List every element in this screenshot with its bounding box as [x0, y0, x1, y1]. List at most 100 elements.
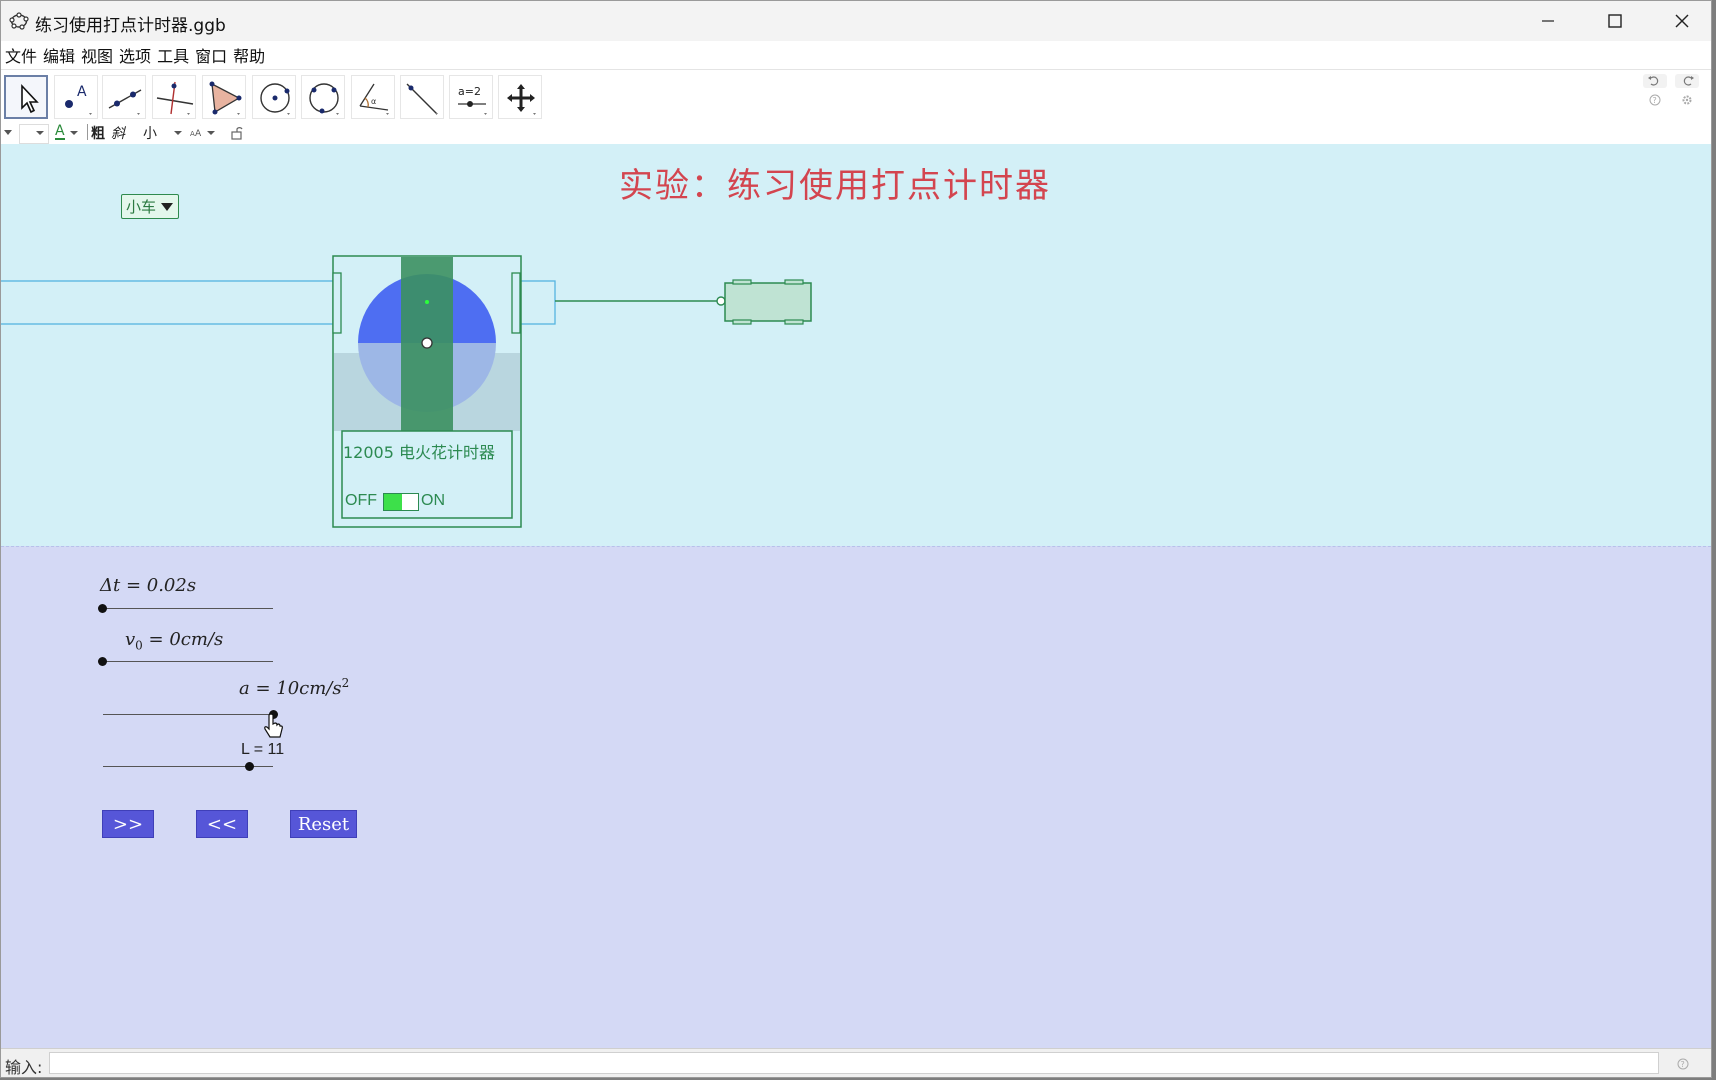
color-dropdown[interactable]	[35, 124, 45, 142]
a-slider-label: a = 10cm/s2	[239, 676, 349, 699]
L-slider-handle[interactable]	[245, 762, 254, 771]
text-color-dropdown[interactable]	[69, 124, 79, 142]
string-hook	[716, 296, 726, 306]
circle-three-points-icon	[309, 83, 339, 115]
label-style-icon: AA	[190, 129, 215, 139]
polygon-icon	[209, 81, 242, 115]
style-bar: A 粗 斜 小 AA	[1, 123, 1711, 145]
perpendicular-line-icon	[156, 81, 194, 115]
help-icon[interactable]: ?	[1677, 1058, 1689, 1070]
minimize-button[interactable]	[1515, 1, 1581, 41]
menu-help[interactable]: 帮助	[229, 43, 267, 67]
line-tool-button[interactable]	[102, 75, 146, 119]
dt-slider-track[interactable]	[103, 608, 273, 609]
circle-tool-button[interactable]	[252, 75, 296, 119]
menu-window[interactable]: 窗口	[191, 43, 229, 67]
redo-icon[interactable]	[1675, 74, 1699, 88]
svg-text:?: ?	[1653, 96, 1657, 105]
font-size-dropdown[interactable]	[173, 124, 183, 142]
conic-tool-button[interactable]	[301, 75, 345, 119]
menu-tools[interactable]: 工具	[153, 43, 191, 67]
stylebar-toggle[interactable]	[3, 124, 13, 142]
menu-options[interactable]: 选项	[115, 43, 153, 67]
close-icon	[1675, 14, 1689, 28]
switch-on-label: ON	[421, 492, 445, 509]
font-size-button[interactable]: 小	[143, 124, 157, 142]
slider-tool-button[interactable]: a=2	[449, 75, 493, 119]
italic-button[interactable]: 斜	[111, 124, 125, 142]
timer-label: 12005 电火花计时器	[343, 443, 495, 462]
power-switch[interactable]	[383, 493, 419, 511]
title-bar: 练习使用打点计时器.ggb	[1, 1, 1711, 41]
v0-symbol: v	[125, 629, 136, 650]
close-button[interactable]	[1649, 1, 1711, 41]
geogebra-icon	[9, 12, 29, 30]
a-slider-track[interactable]	[103, 714, 273, 715]
switch-knob[interactable]	[384, 494, 402, 510]
lock-button[interactable]	[231, 124, 243, 142]
svg-text:A: A	[77, 84, 87, 100]
dt-slider-label: Δt = 0.02s	[100, 575, 197, 596]
polygon-tool-button[interactable]	[202, 75, 246, 119]
cart-wheel	[732, 319, 752, 325]
v0-slider-label: v0 = 0cm/s	[125, 629, 223, 653]
v0-subscript: 0	[135, 638, 143, 653]
cart-wheel	[784, 319, 804, 325]
point-tool-button[interactable]: A	[54, 75, 98, 119]
back-button[interactable]: <<	[196, 810, 248, 838]
cart[interactable]	[724, 282, 812, 322]
slider-icon: a=2	[458, 85, 487, 115]
forward-button[interactable]: >>	[102, 810, 154, 838]
cart-wheel	[732, 279, 752, 285]
cart-wheel	[784, 279, 804, 285]
algebra-input-field[interactable]	[49, 1052, 1659, 1074]
triangle-down-icon	[4, 130, 12, 135]
app-window: 练习使用打点计时器.ggb 文件 编辑 视图 选项 工具 窗口 帮助 A α a…	[0, 0, 1712, 1078]
tape-dot	[425, 300, 429, 304]
menu-file[interactable]: 文件	[1, 43, 39, 67]
svg-text:α: α	[371, 97, 376, 106]
perpendicular-line-tool-button[interactable]	[152, 75, 196, 119]
undo-icon[interactable]	[1643, 74, 1667, 88]
gear-icon[interactable]	[1681, 94, 1693, 106]
text-color-button[interactable]: A	[55, 123, 65, 140]
reflect-line-icon	[406, 83, 438, 115]
tape-clip-left	[332, 272, 342, 334]
apparatus-drawing	[1, 255, 812, 528]
angle-icon: α	[359, 83, 389, 115]
menu-bar: 文件 编辑 视图 选项 工具 窗口 帮助	[1, 41, 1711, 70]
L-slider-label: L = 11	[241, 741, 285, 758]
menu-edit[interactable]: 编辑	[39, 43, 77, 67]
dt-slider-handle[interactable]	[98, 604, 107, 613]
a-superscript: 2	[341, 676, 350, 690]
chevron-down-icon	[70, 131, 78, 135]
point-icon: A	[65, 84, 92, 115]
reflect-tool-button[interactable]	[400, 75, 444, 119]
reset-button[interactable]: Reset	[290, 810, 357, 838]
move-tool-button[interactable]	[4, 75, 48, 119]
a-value: a = 10cm/s	[239, 678, 342, 699]
hand-cursor-icon	[264, 713, 283, 738]
angle-tool-button[interactable]: α	[351, 75, 395, 119]
bold-button[interactable]: 粗	[91, 124, 105, 142]
move-graphics-view-icon	[507, 84, 536, 115]
v0-slider-track[interactable]	[103, 661, 273, 662]
svg-text:?: ?	[1681, 1060, 1685, 1069]
slider-tool-label: a=2	[458, 85, 481, 98]
graphics-view-2[interactable]	[1, 546, 1711, 1049]
chevron-down-icon	[36, 131, 44, 135]
v0-value: = 0cm/s	[142, 629, 224, 650]
lock-icon	[231, 127, 243, 140]
stylebar-divider	[87, 124, 88, 140]
toolbar: A α a=2 ?	[1, 70, 1711, 124]
maximize-button[interactable]	[1582, 1, 1648, 41]
undo-redo-area: ?	[1643, 74, 1703, 114]
minimize-icon	[1542, 20, 1554, 22]
window-title: 练习使用打点计时器.ggb	[35, 16, 226, 36]
label-style-button[interactable]: AA	[189, 124, 217, 142]
menu-view[interactable]: 视图	[77, 43, 115, 67]
v0-slider-handle[interactable]	[98, 657, 107, 666]
switch-off-label: OFF	[345, 492, 377, 509]
help-icon[interactable]: ?	[1649, 94, 1661, 106]
move-view-tool-button[interactable]	[498, 75, 542, 119]
